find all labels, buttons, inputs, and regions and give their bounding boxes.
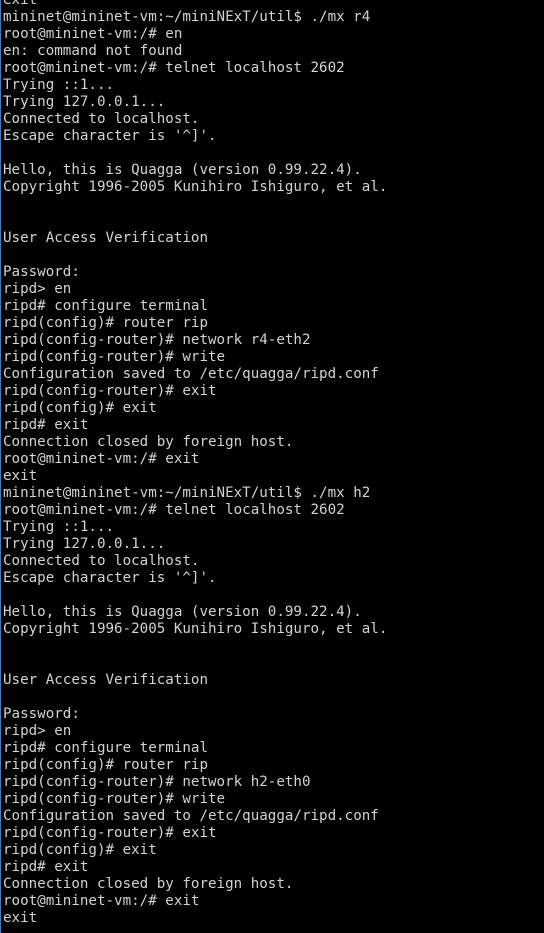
terminal-line: Copyright 1996-2005 Kunihiro Ishiguro, e… (3, 621, 388, 637)
terminal-line: Connected to localhost. (3, 553, 200, 569)
terminal-line: Connected to localhost. (3, 111, 200, 127)
terminal-line: exit (3, 910, 38, 926)
terminal-line: ripd(config-router)# write (3, 791, 226, 807)
terminal-line: Connection closed by foreign host. (3, 434, 294, 450)
terminal-line: ripd(config-router)# network r4-eth2 (3, 332, 311, 348)
terminal-line: Trying ::1... (3, 519, 115, 535)
terminal-line: ripd# exit (3, 859, 89, 875)
terminal-line: Trying 127.0.0.1... (3, 94, 166, 110)
terminal-line: ripd(config)# router rip (3, 315, 208, 331)
terminal-line: Hello, this is Quagga (version 0.99.22.4… (3, 604, 362, 620)
terminal-line: Trying 127.0.0.1... (3, 536, 166, 552)
terminal-line: exit (3, 468, 38, 484)
terminal-line: ripd(config)# exit (3, 400, 157, 416)
terminal-line: mininet@mininet-vm:~/miniNExT/util$ ./mx… (3, 9, 371, 25)
terminal-line: Copyright 1996-2005 Kunihiro Ishiguro, e… (3, 179, 388, 195)
terminal-line: ripd> en (3, 723, 72, 739)
terminal-line: exit (3, 0, 38, 8)
terminal-line: ripd(config)# exit (3, 842, 157, 858)
terminal-line: ripd# configure terminal (3, 740, 208, 756)
terminal-line: Hello, this is Quagga (version 0.99.22.4… (3, 162, 362, 178)
terminal-line: Password: (3, 706, 80, 722)
terminal-line: Configuration saved to /etc/quagga/ripd.… (3, 808, 379, 824)
terminal-line: mininet@mininet-vm:~/miniNExT/util$ ./mx… (3, 485, 371, 501)
terminal-line: Connection closed by foreign host. (3, 876, 294, 892)
terminal-line: ripd# exit (3, 417, 89, 433)
terminal-line: ripd(config-router)# write (3, 349, 226, 365)
terminal-line: ripd(config-router)# exit (3, 383, 217, 399)
terminal-line: Escape character is '^]'. (3, 570, 217, 586)
terminal-line: ripd(config)# router rip (3, 757, 208, 773)
terminal-window[interactable]: exit mininet@mininet-vm:~/miniNExT/util$… (0, 0, 544, 933)
terminal-line: root@mininet-vm:/# telnet localhost 2602 (3, 502, 345, 518)
terminal-line: root@mininet-vm:/# exit (3, 893, 200, 909)
terminal-line: en: command not found (3, 43, 183, 59)
terminal-line: Password: (3, 264, 80, 280)
terminal-output: exit mininet@mininet-vm:~/miniNExT/util$… (1, 0, 544, 927)
terminal-line: Trying ::1... (3, 77, 115, 93)
terminal-line: ripd> en (3, 281, 72, 297)
terminal-line: ripd# configure terminal (3, 298, 208, 314)
terminal-line: root@mininet-vm:/# telnet localhost 2602 (3, 60, 345, 76)
terminal-line: Configuration saved to /etc/quagga/ripd.… (3, 366, 379, 382)
terminal-line: ripd(config-router)# exit (3, 825, 217, 841)
terminal-line: User Access Verification (3, 230, 208, 246)
terminal-line: root@mininet-vm:/# exit (3, 451, 200, 467)
terminal-line: Escape character is '^]'. (3, 128, 217, 144)
terminal-line: User Access Verification (3, 672, 208, 688)
terminal-line: root@mininet-vm:/# en (3, 26, 183, 42)
terminal-line: ripd(config-router)# network h2-eth0 (3, 774, 311, 790)
